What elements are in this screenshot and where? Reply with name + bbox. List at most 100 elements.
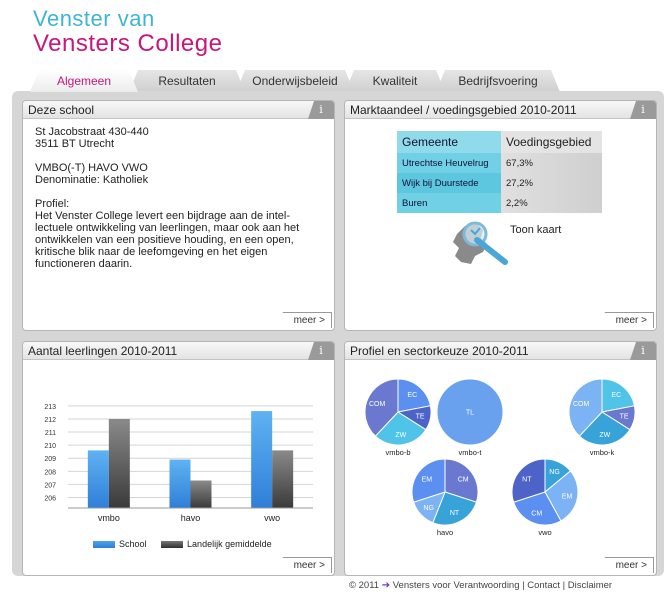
y-tick-label: 207 (44, 482, 56, 489)
footer-copyright: © 2011 (349, 580, 380, 591)
school-more-link[interactable]: meer > (276, 312, 332, 328)
market-more-link[interactable]: meer > (598, 312, 654, 328)
tab-resultaten[interactable]: Resultaten (129, 70, 245, 92)
pie-name-label: vwo (538, 528, 551, 537)
table-cell-share: 67,3% (501, 153, 602, 173)
pie-name-label: vmbo-k (590, 448, 615, 457)
pie-vwo: NG EM CM NT vwo (511, 458, 579, 537)
market-share-table: Gemeente Voedingsgebied Utrechtse Heuvel… (397, 131, 602, 213)
footer-separator: | (562, 580, 566, 591)
pie-vmbo-b: EC TE ZW COM vmbo-b (364, 378, 432, 457)
pie-slice-label: NT (522, 476, 532, 483)
pie-slice-label: EM (562, 494, 573, 501)
x-tick-label: vwo (264, 513, 280, 523)
pie-name-label: vmbo-b (385, 448, 410, 457)
y-tick-label: 212 (44, 417, 56, 424)
school-levels: VMBO(-T) HAVO VWO (35, 162, 148, 174)
legend-label-school: School (119, 539, 147, 549)
y-tick-label: 206 (44, 496, 56, 503)
bar-vwo-landelijk (272, 450, 294, 508)
bar-vwo-school (251, 411, 273, 508)
y-tick-label: 208 (44, 469, 56, 476)
market-panel-title: Marktaandeel / voedingsgebied 2010-2011 (350, 103, 577, 117)
table-cell-gemeente: Wijk bij Duurstede (397, 173, 501, 193)
legend-item-school: School (93, 539, 147, 549)
table-row: Buren 2,2% (397, 193, 602, 213)
school-panel-header: Deze school i (23, 101, 334, 119)
pie-slice-label: COM (573, 401, 590, 408)
pie-slice-label: CM (458, 476, 469, 483)
brand-line1: Venster van (33, 6, 155, 31)
tab-algemeen[interactable]: Algemeen (30, 70, 138, 92)
tab-bedrijfsvoering[interactable]: Bedrijfsvoering (436, 70, 560, 92)
table-cell-share: 27,2% (501, 173, 602, 193)
tab-kwaliteit[interactable]: Kwaliteit (345, 70, 445, 92)
pie-slice-label: NG (549, 469, 560, 476)
pie-slice-label: TE (620, 414, 629, 421)
table-row: Wijk bij Duurstede 27,2% (397, 173, 602, 193)
footer-disclaimer-link[interactable]: Disclaimer (568, 580, 612, 591)
pie-slice-label: TE (416, 414, 425, 421)
profile-pie-charts: EC TE ZW COM vmbo-b TL vmbo-t EC TE ZW COM vmbo-k CM… (364, 378, 636, 537)
address-line2: 3511 BT Utrecht (35, 138, 115, 150)
pie-slice-label: ZW (599, 432, 610, 439)
legend-item-landelijk: Landelijk gemiddelde (161, 539, 272, 549)
y-tick-label: 211 (45, 430, 56, 437)
profile-more-link[interactable]: meer > (598, 557, 654, 573)
pie-slice-label: NG (423, 505, 434, 512)
profile-panel-title: Profiel en sectorkeuze 2010-2011 (350, 344, 529, 358)
legend-swatch-landelijk (161, 541, 184, 549)
y-tick-label: 210 (44, 443, 56, 450)
pie-slice-label: CM (531, 510, 542, 517)
pie-havo: CM NT NG EM havo (411, 458, 479, 537)
profile-heading: Profiel: (35, 198, 70, 210)
students-panel-header: Aantal leerlingen 2010-2011 i (23, 342, 334, 360)
table-header-voedingsgebied: Voedingsgebied (501, 131, 602, 153)
table-cell-gemeente: Buren (397, 193, 501, 213)
footer-brand-link[interactable]: Vensters voor Verantwoording (393, 580, 520, 591)
chart-legend: School Landelijk gemiddelde (93, 539, 284, 549)
pie-slice-label: EM (422, 476, 433, 483)
footer-contact-link[interactable]: Contact (527, 580, 560, 591)
brand-logo: Venster van Vensters College (33, 6, 222, 57)
footer-separator: | (522, 580, 525, 591)
toon-kaart-button[interactable]: Toon kaart (447, 216, 567, 276)
y-tick-label: 213 (44, 404, 56, 411)
main-tabs: Algemeen Resultaten Onderwijsbeleid Kwal… (30, 70, 570, 92)
bar-vmbo-school (87, 450, 109, 508)
x-tick-label: vmbo (98, 513, 120, 523)
vensters-arrow-icon: ➔ (381, 580, 391, 591)
pie-slice-label: ZW (395, 432, 406, 439)
profile-panel-header: Profiel en sectorkeuze 2010-2011 i (345, 342, 656, 360)
students-panel-title: Aantal leerlingen 2010-2011 (28, 344, 178, 358)
tab-onderwijsbeleid[interactable]: Onderwijsbeleid (236, 70, 354, 92)
pie-slice-label: TL (466, 410, 474, 417)
pie-slice-label: EC (407, 392, 417, 399)
x-tick-label: havo (181, 513, 201, 523)
pie-slice-label: EC (611, 392, 621, 399)
table-header-gemeente: Gemeente (397, 131, 501, 153)
school-panel: Deze school i St Jacobstraat 430-440 351… (22, 100, 335, 331)
pie-name-label: havo (437, 528, 453, 537)
address-line1: St Jacobstraat 430-440 (35, 126, 149, 138)
pie-slice-label: NT (450, 510, 460, 517)
bar-vmbo-landelijk (108, 418, 130, 508)
school-details: St Jacobstraat 430-440 3511 BT Utrecht V… (23, 119, 334, 289)
students-panel: Aantal leerlingen 2010-2011 i 206 207 208 2… (22, 341, 335, 576)
pie-vmbo-t: TL vmbo-t (436, 378, 504, 457)
brand-line2: Vensters College (33, 30, 223, 57)
students-bar-chart: 206 207 208 209 210 211 212 213 vmbo havo vwo (44, 404, 313, 523)
bar-havo-landelijk (190, 480, 212, 508)
students-more-link[interactable]: meer > (276, 557, 332, 573)
pie-slice-label: COM (369, 401, 386, 408)
footer: © 2011 ➔ Vensters voor Verantwoording | … (349, 580, 612, 591)
profile-text: Het Venster College levert een bijdrage … (35, 210, 300, 270)
bar-havo-school (169, 459, 191, 508)
table-cell-gemeente: Utrechtse Heuvelrug (397, 153, 501, 173)
y-tick-label: 209 (44, 456, 56, 463)
school-denomination: Denominatie: Katholiek (35, 174, 149, 186)
profile-panel: Profiel en sectorkeuze 2010-2011 i EC TE Z… (344, 341, 657, 576)
table-row: Utrechtse Heuvelrug 67,3% (397, 153, 602, 173)
legend-swatch-school (93, 541, 115, 549)
market-panel-header: Marktaandeel / voedingsgebied 2010-2011 … (345, 101, 656, 119)
